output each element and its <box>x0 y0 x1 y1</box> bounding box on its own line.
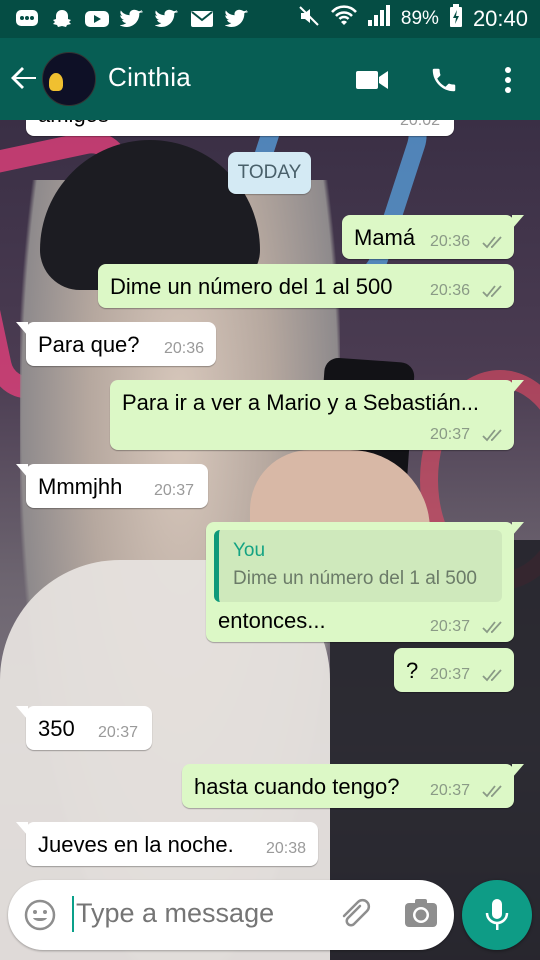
double-check-icon <box>482 669 502 682</box>
quoted-author: You <box>233 540 266 561</box>
message-text: Para que? <box>38 332 140 357</box>
message-time: 20:37 <box>430 426 471 443</box>
clock: 20:40 <box>472 6 528 31</box>
quoted-reply[interactable]: You Dime un número del 1 al 500 <box>214 530 502 602</box>
message-text: 350 <box>38 716 75 741</box>
message-time: 20:37 <box>430 782 471 799</box>
double-check-icon <box>482 429 502 442</box>
message-time: 20:37 <box>98 724 139 741</box>
message-time: 20:36 <box>430 233 471 250</box>
video-call-icon[interactable] <box>352 60 392 100</box>
message-text: amigos <box>38 120 109 128</box>
battery-icon <box>449 4 463 34</box>
message-text: Para ir a ver a Mario y a Sebastián... <box>122 390 480 415</box>
message-composer <box>8 880 454 950</box>
date-divider: TODAY <box>228 152 311 194</box>
snapchat-icon <box>49 7 75 31</box>
battery-percent: 89% <box>400 8 439 29</box>
back-arrow-icon[interactable] <box>8 62 40 94</box>
emoji-icon[interactable] <box>24 899 56 931</box>
message-text: Mamá <box>354 225 416 250</box>
message-text: Mmmjhh <box>38 474 123 499</box>
text-cursor <box>72 896 74 932</box>
message-bubble-outgoing[interactable]: hasta cuando tengo? 20:37 <box>182 764 524 808</box>
chat-header: Cinthia <box>0 38 540 120</box>
mic-button[interactable] <box>462 880 532 950</box>
message-bubble-outgoing[interactable]: Mamá 20:36 <box>342 215 524 259</box>
message-bubble-outgoing[interactable]: Para ir a ver a Mario y a Sebastián... 2… <box>110 380 524 450</box>
message-time: 20:38 <box>266 840 307 857</box>
message-time: 20:36 <box>430 282 471 299</box>
message-time: 20:36 <box>164 340 205 357</box>
message-text: ? <box>406 658 419 683</box>
message-bubble-incoming[interactable]: Mmmjhh 20:37 <box>16 464 208 508</box>
message-bubble-incoming[interactable]: Para que? 20:36 <box>16 322 216 366</box>
double-check-icon <box>482 621 502 634</box>
phone-icon[interactable] <box>424 60 464 100</box>
mute-icon <box>297 4 321 34</box>
wifi-icon <box>330 5 357 33</box>
message-input[interactable] <box>76 898 326 929</box>
message-time: 20:37 <box>430 618 471 635</box>
more-vert-icon[interactable] <box>488 60 528 100</box>
message-bubble-incoming[interactable]: Jueves en la noche. 20:38 <box>16 822 318 866</box>
message-text: Jueves en la noche. <box>38 832 234 857</box>
youtube-icon <box>84 7 110 31</box>
mic-icon <box>485 899 509 930</box>
quoted-text: Dime un número del 1 al 500 <box>233 568 477 589</box>
signal-icon <box>367 5 391 33</box>
message-bubble-outgoing[interactable]: You Dime un número del 1 al 500 entonces… <box>206 522 524 642</box>
twitter-icon <box>119 7 145 31</box>
twitter-icon <box>154 7 180 31</box>
double-check-icon <box>482 785 502 798</box>
message-text: entonces... <box>218 608 326 633</box>
gmail-icon <box>189 7 215 31</box>
message-bubble-incoming[interactable]: 350 20:37 <box>16 706 152 750</box>
message-bubble-outgoing[interactable]: Dime un número del 1 al 500 20:36 <box>98 264 514 308</box>
message-text: Dime un número del 1 al 500 <box>110 274 393 299</box>
message-bubble-partial[interactable]: amigos 20:02 <box>26 120 454 136</box>
attach-icon[interactable] <box>338 898 372 932</box>
message-time: 20:37 <box>430 666 471 683</box>
double-check-icon <box>482 236 502 249</box>
message-list-clip: amigos 20:02 <box>0 120 540 140</box>
twitter-icon <box>224 7 250 31</box>
message-bubble-outgoing[interactable]: ? 20:37 <box>394 648 514 692</box>
contact-name[interactable]: Cinthia <box>108 62 191 93</box>
message-text: hasta cuando tengo? <box>194 774 400 799</box>
message-time: 20:37 <box>154 482 195 499</box>
status-bar: 89% 20:40 <box>0 0 540 38</box>
chat-icon <box>14 7 40 31</box>
double-check-icon <box>482 285 502 298</box>
camera-icon[interactable] <box>404 898 438 932</box>
avatar[interactable] <box>42 52 96 106</box>
message-time: 20:02 <box>400 120 441 129</box>
